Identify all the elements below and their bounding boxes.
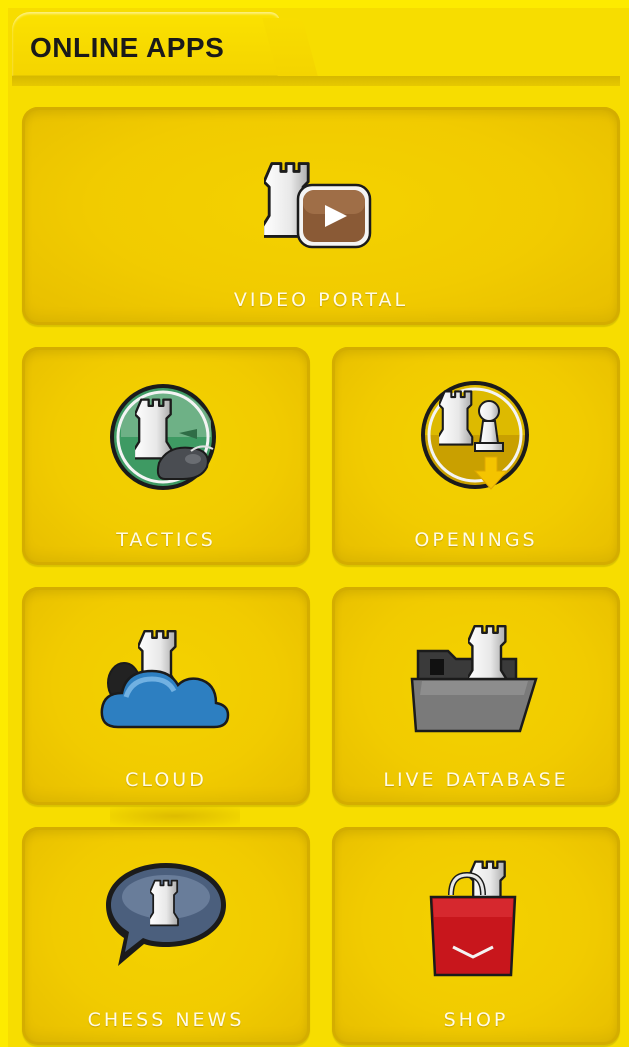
- video-portal-tile[interactable]: VIDEO PORTAL: [22, 107, 620, 325]
- rook-speech-bubble-icon: [106, 863, 226, 966]
- rook-pawn-download-icon: [421, 381, 529, 490]
- openings-tile[interactable]: OPENINGS: [332, 347, 620, 565]
- tactics-tile[interactable]: TACTICS: [22, 347, 310, 565]
- video-portal-label: VIDEO PORTAL: [233, 289, 409, 311]
- rook-play-icon: [264, 161, 372, 249]
- rook-shopping-bag-icon: [429, 860, 517, 977]
- panel-divider: [12, 76, 620, 86]
- chess-news-tile[interactable]: CHESS NEWS: [22, 827, 310, 1045]
- openings-label: OPENINGS: [414, 529, 538, 551]
- cloud-tile[interactable]: CLOUD: [22, 587, 310, 805]
- cloud-label: CLOUD: [125, 769, 207, 791]
- shop-label: SHOP: [443, 1009, 509, 1031]
- live-database-label: LIVE DATABASE: [383, 769, 569, 791]
- chess-news-label: CHESS NEWS: [87, 1009, 245, 1031]
- rook-whistle-icon: [110, 384, 216, 490]
- live-database-tile[interactable]: LIVE DATABASE: [332, 587, 620, 805]
- shop-tile[interactable]: SHOP: [332, 827, 620, 1045]
- tactics-label: TACTICS: [116, 529, 216, 551]
- rook-folder-icon: [410, 624, 538, 733]
- panel-title: ONLINE APPS: [30, 32, 225, 63]
- rook-cloud-icon: [100, 629, 230, 729]
